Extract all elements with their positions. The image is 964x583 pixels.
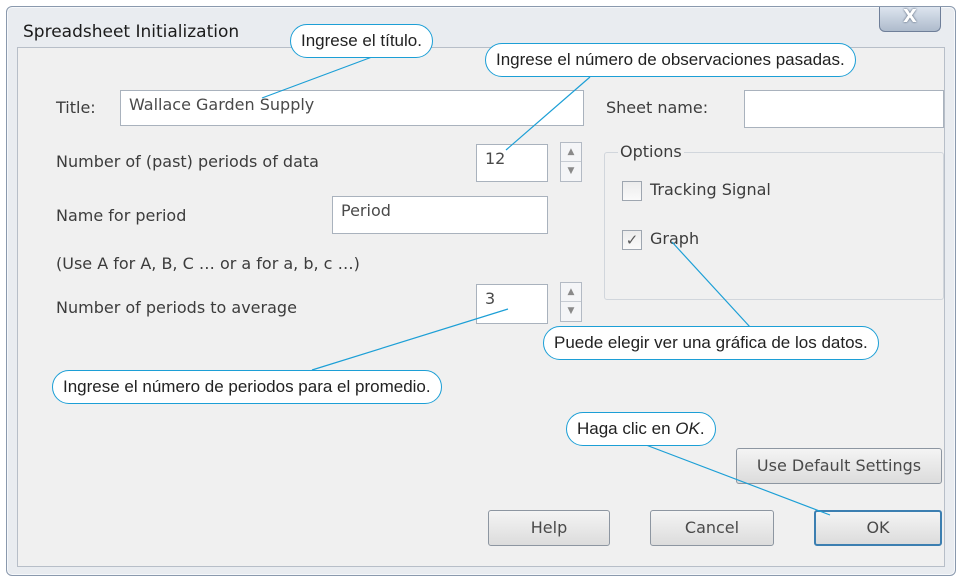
callout-ok-prefix: Haga clic en bbox=[577, 419, 676, 438]
callout-leader-lines bbox=[261, 56, 831, 516]
callout-ok-suffix: . bbox=[699, 419, 705, 438]
callout-ok: Haga clic en OK. bbox=[566, 412, 716, 446]
callout-title: Ingrese el título. bbox=[290, 24, 433, 58]
average-leader-line bbox=[311, 308, 509, 371]
callout-average-periods: Ingrese el número de periodos para el pr… bbox=[52, 370, 442, 404]
observations-leader-line bbox=[505, 76, 591, 151]
callout-ok-emphasis: OK bbox=[675, 419, 700, 438]
ok-leader-line bbox=[645, 444, 831, 516]
callout-graph: Puede elegir ver una gráfica de los dato… bbox=[543, 326, 879, 360]
graph-leader-line bbox=[671, 241, 751, 328]
title-leader-line bbox=[261, 56, 373, 99]
callout-observations: Ingrese el número de observaciones pasad… bbox=[485, 43, 856, 77]
